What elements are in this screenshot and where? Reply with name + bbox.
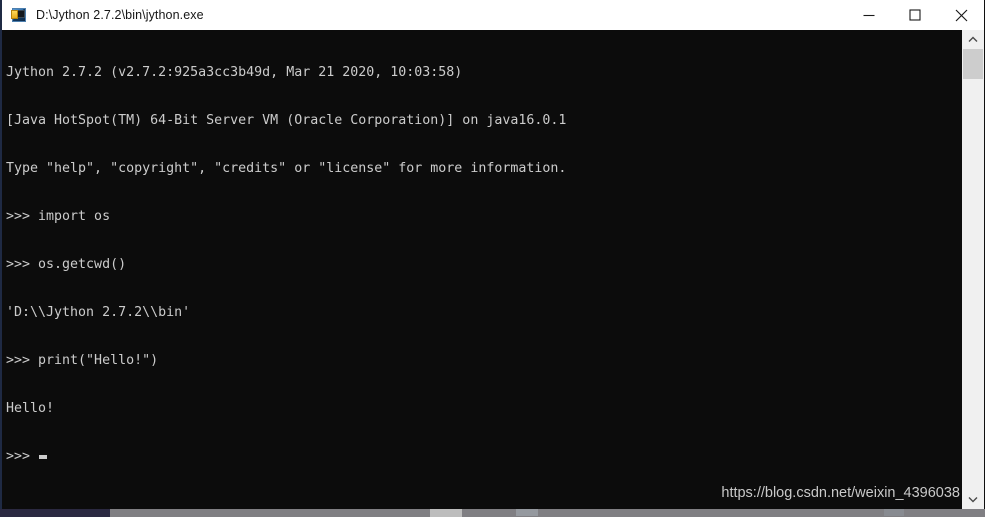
taskbar[interactable]: [0, 509, 985, 517]
console-prompt-line: >>>: [6, 449, 958, 465]
console-line: Jython 2.7.2 (v2.7.2:925a3cc3b49d, Mar 2…: [6, 65, 463, 80]
console-line: Hello!: [6, 401, 55, 416]
console-output-area[interactable]: Jython 2.7.2 (v2.7.2:925a3cc3b49d, Mar 2…: [2, 30, 984, 509]
console-line: [Java HotSpot(TM) 64-Bit Server VM (Orac…: [6, 113, 567, 128]
taskbar-start-region[interactable]: [0, 509, 110, 517]
watermark-url: https://blog.csdn.net/weixin_4396038: [721, 485, 960, 501]
console-line: Type "help", "copyright", "credits" or "…: [6, 161, 567, 176]
taskbar-item[interactable]: [884, 509, 904, 516]
text-cursor: [39, 455, 48, 459]
console-line: >>> print("Hello!"): [6, 353, 159, 368]
scrollbar-thumb[interactable]: [963, 49, 983, 79]
window-controls: [846, 0, 984, 30]
console-app-icon: [11, 7, 27, 23]
taskbar-item[interactable]: [516, 509, 538, 516]
vertical-scrollbar[interactable]: [962, 30, 984, 509]
console-line: >>> os.getcwd(): [6, 257, 127, 272]
minimize-button[interactable]: [846, 0, 892, 30]
window-title: D:\Jython 2.7.2\bin\jython.exe: [36, 8, 204, 22]
maximize-button[interactable]: [892, 0, 938, 30]
console-line: 'D:\\Jython 2.7.2\\bin': [6, 305, 191, 320]
close-button[interactable]: [938, 0, 984, 30]
scroll-up-button[interactable]: [962, 30, 984, 49]
console-line: >>> import os: [6, 209, 111, 224]
console-prompt: >>>: [6, 449, 39, 464]
console-text: Jython 2.7.2 (v2.7.2:925a3cc3b49d, Mar 2…: [6, 33, 958, 497]
title-bar[interactable]: D:\Jython 2.7.2\bin\jython.exe: [2, 0, 984, 30]
console-window: D:\Jython 2.7.2\bin\jython.exe Jython 2.…: [0, 0, 985, 509]
scroll-down-button[interactable]: [962, 490, 984, 509]
taskbar-item[interactable]: [430, 509, 462, 517]
scrollbar-track[interactable]: [962, 49, 984, 490]
